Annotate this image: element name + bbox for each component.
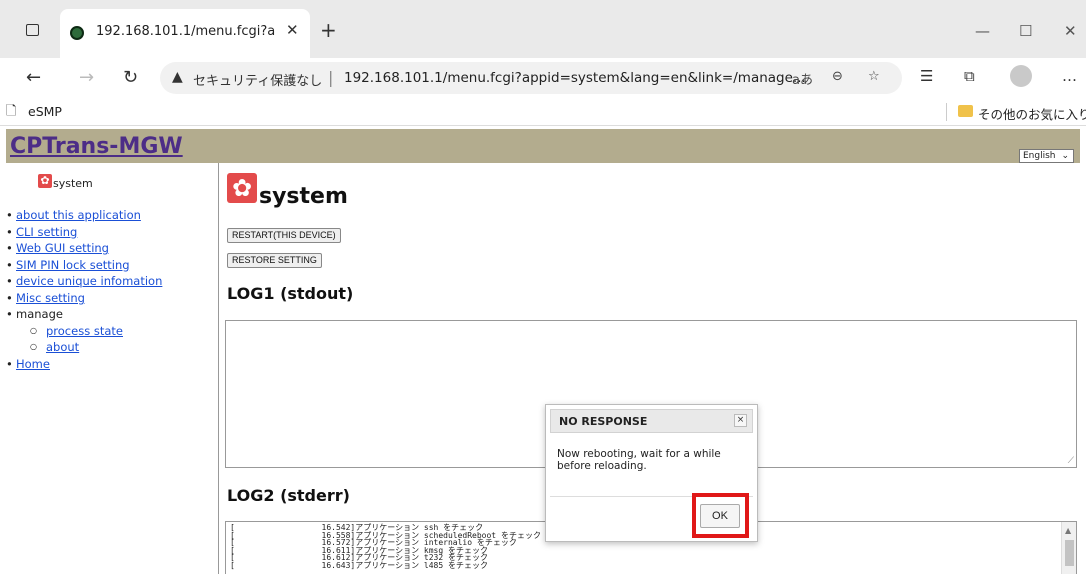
sidebar-item-about-application: about this application xyxy=(6,207,162,224)
sidebar-item-sim-pin: SIM PIN lock setting xyxy=(6,257,162,274)
brand-link[interactable]: CPTrans-MGW xyxy=(10,134,183,159)
language-select[interactable]: English ⌄ xyxy=(1019,149,1074,163)
sidebar-item-misc: Misc setting xyxy=(6,290,162,307)
collections-icon[interactable]: ⧉ xyxy=(964,67,975,85)
dialog-header: NO RESPONSE × xyxy=(550,409,753,433)
folder-icon xyxy=(958,105,973,117)
resize-handle-icon[interactable]: ⟋ xyxy=(1068,456,1074,466)
manage-submenu: process state about xyxy=(30,323,162,356)
menu-label: manage xyxy=(16,307,63,321)
restart-button[interactable]: RESTART(THIS DEVICE) xyxy=(227,228,341,243)
address-bar[interactable]: ▲ セキュリティ保護なし | 192.168.101.1/menu.fcgi?a… xyxy=(160,62,902,94)
other-favorites[interactable]: その他のお気に入り xyxy=(978,104,1086,123)
close-window-icon[interactable]: ✕ xyxy=(1064,22,1077,40)
sidebar-item-device-info: device unique infomation xyxy=(6,273,162,290)
gear-icon: ✿ xyxy=(38,174,52,188)
sidebar: ✿ system about this application CLI sett… xyxy=(6,163,214,574)
gear-icon: ✿ xyxy=(227,173,257,203)
url-text[interactable]: 192.168.101.1/menu.fcgi?appid=system&lan… xyxy=(344,70,806,86)
minimize-icon[interactable]: — xyxy=(975,22,990,40)
page-title: system xyxy=(259,184,348,209)
menu-link[interactable]: Home xyxy=(16,357,50,371)
log2-title: LOG2 (stderr) xyxy=(227,486,350,505)
back-icon[interactable]: ← xyxy=(26,67,41,88)
web-page: CPTrans-MGW English ⌄ ✿ system about thi… xyxy=(0,127,1086,574)
menu-link[interactable]: process state xyxy=(46,324,123,338)
scroll-thumb[interactable] xyxy=(1065,540,1074,566)
menu-link[interactable]: Web GUI setting xyxy=(16,241,109,255)
language-value: English xyxy=(1023,151,1056,161)
dialog-title: NO RESPONSE xyxy=(559,415,648,428)
sidebar-item-about: about xyxy=(30,339,162,356)
page-header: CPTrans-MGW English ⌄ xyxy=(6,129,1080,163)
menu-link[interactable]: device unique infomation xyxy=(16,274,162,288)
sidebar-title: system xyxy=(53,177,93,190)
ok-button[interactable]: OK xyxy=(700,504,740,528)
sidebar-item-cli: CLI setting xyxy=(6,224,162,241)
security-label[interactable]: セキュリティ保護なし xyxy=(193,70,322,89)
scroll-up-icon[interactable]: ▲ xyxy=(1065,526,1071,535)
sidebar-item-manage: manage process state about xyxy=(6,306,162,356)
divider: | xyxy=(328,68,334,87)
favorites-bar: 🗋 eSMP その他のお気に入り xyxy=(0,98,1086,126)
menu-link[interactable]: CLI setting xyxy=(16,225,77,239)
favorite-star-icon[interactable]: ☆ xyxy=(868,69,880,84)
tab-title: 192.168.101.1/menu.fcgi?appid= xyxy=(96,24,276,39)
file-icon: 🗋 xyxy=(6,104,17,119)
scrollbar[interactable]: ▲ xyxy=(1061,522,1076,574)
sidebar-item-home: Home xyxy=(6,356,162,373)
sidebar-item-process-state: process state xyxy=(30,323,162,340)
globe-icon xyxy=(70,26,84,40)
divider xyxy=(946,103,947,121)
close-tab-icon[interactable]: ✕ xyxy=(286,21,299,39)
dialog-message: Now rebooting, wait for a while before r… xyxy=(557,448,721,472)
forward-icon[interactable]: → xyxy=(79,67,94,88)
sidebar-menu: about this application CLI setting Web G… xyxy=(6,207,162,372)
menu-link[interactable]: about xyxy=(46,340,79,354)
warning-icon[interactable]: ▲ xyxy=(172,69,183,85)
browser-tab[interactable]: 192.168.101.1/menu.fcgi?appid= ✕ xyxy=(60,9,310,58)
close-icon[interactable]: × xyxy=(734,414,747,427)
menu-link[interactable]: about this application xyxy=(16,208,141,222)
read-aloud-icon[interactable]: aあ xyxy=(792,69,813,88)
refresh-icon[interactable]: ↻ xyxy=(123,67,138,88)
sidebar-item-web-gui: Web GUI setting xyxy=(6,240,162,257)
menu-link[interactable]: SIM PIN lock setting xyxy=(16,258,130,272)
browser-tab-bar: 192.168.101.1/menu.fcgi?appid= ✕ + — ☐ ✕ xyxy=(0,0,1086,58)
maximize-icon[interactable]: ☐ xyxy=(1019,22,1032,40)
new-tab-button[interactable]: + xyxy=(320,20,337,40)
log1-title: LOG1 (stdout) xyxy=(227,284,354,303)
favorite-esmp[interactable]: eSMP xyxy=(28,104,62,119)
restore-setting-button[interactable]: RESTORE SETTING xyxy=(227,253,322,268)
profile-avatar[interactable] xyxy=(1010,65,1032,87)
address-row: ← → ↻ ▲ セキュリティ保護なし | 192.168.101.1/menu.… xyxy=(0,58,1086,98)
tab-actions-icon[interactable] xyxy=(20,20,44,40)
menu-link[interactable]: Misc setting xyxy=(16,291,85,305)
chevron-down-icon: ⌄ xyxy=(1061,151,1069,161)
more-menu-icon[interactable]: … xyxy=(1062,67,1077,85)
favorites-list-icon[interactable]: ☰ xyxy=(920,67,933,85)
zoom-icon[interactable]: ⊖ xyxy=(832,69,843,84)
